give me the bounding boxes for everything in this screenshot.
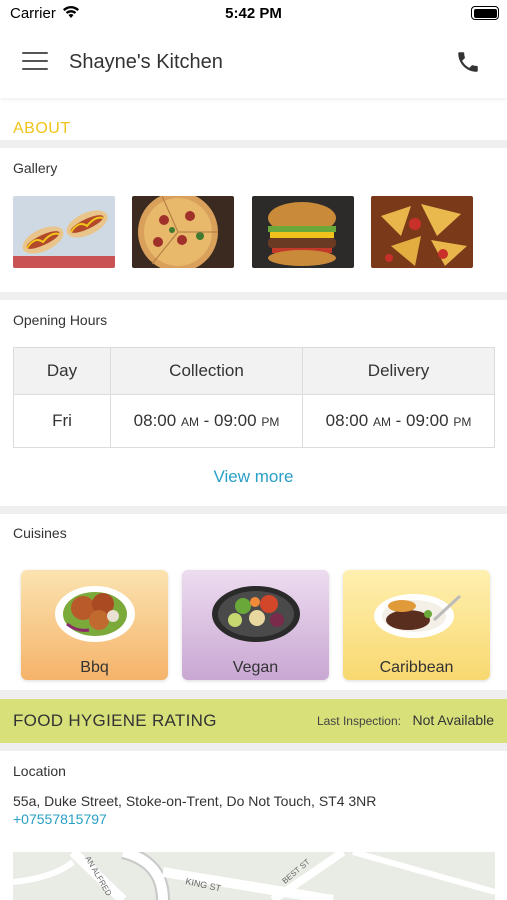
last-inspection-value: Not Available (412, 712, 494, 728)
hamburger-menu-icon[interactable] (22, 52, 48, 72)
day-cell: Fri (13, 394, 111, 448)
about-heading: ABOUT (13, 120, 71, 137)
map-tiles: KING ST BEST ST AN ALFRED (13, 852, 495, 900)
location-label: Location (13, 763, 66, 779)
cuisine-label: Vegan (232, 659, 279, 676)
section-divider (0, 690, 507, 699)
gallery-image-pizza[interactable] (132, 196, 234, 268)
hygiene-title: FOOD HYGIENE RATING (13, 711, 217, 730)
cuisine-card-vegan[interactable]: Vegan (182, 570, 329, 680)
gallery-label: Gallery (13, 160, 58, 176)
last-inspection-label: Last Inspection: (316, 714, 401, 728)
caribbean-dish-icon (373, 594, 461, 638)
column-header-collection: Collection (110, 347, 303, 395)
gallery-image-nachos[interactable] (371, 196, 473, 268)
section-divider (0, 743, 507, 751)
phone-call-icon[interactable] (455, 49, 481, 75)
app-header: Shayne's Kitchen (0, 28, 507, 98)
opening-hours-label: Opening Hours (13, 312, 108, 328)
view-more-link[interactable]: View more (0, 467, 507, 487)
column-header-delivery: Delivery (302, 347, 495, 395)
section-divider (0, 140, 507, 148)
phone-number-link[interactable]: +07557815797 (13, 811, 107, 827)
collection-hours-cell: 08:00 AM - 09:00 PM (110, 394, 303, 448)
food-hygiene-rating-bar: FOOD HYGIENE RATING Last Inspection: Not… (0, 699, 507, 743)
clock: 5:42 PM (225, 5, 282, 22)
delivery-hours-cell: 08:00 AM - 09:00 PM (302, 394, 495, 448)
bbq-dish-icon (54, 586, 135, 642)
vegan-dish-icon (211, 586, 300, 642)
location-map[interactable]: KING ST BEST ST AN ALFRED (13, 852, 495, 900)
cuisine-card-caribbean[interactable]: Caribbean (343, 570, 490, 680)
address-text: 55a, Duke Street, Stoke-on-Trent, Do Not… (13, 793, 377, 809)
table-row: Fri 08:00 AM - 09:00 PM 08:00 AM - 09:00… (13, 394, 495, 448)
cuisines-label: Cuisines (13, 525, 67, 541)
cuisine-label: Bbq (80, 659, 109, 676)
cuisine-card-bbq[interactable]: Bbq (21, 570, 168, 680)
section-divider (0, 506, 507, 514)
battery-icon (471, 6, 499, 20)
status-bar: Carrier 5:42 PM (0, 0, 507, 28)
opening-hours-table: Day Collection Delivery Fri 08:00 AM - 0… (13, 347, 495, 448)
page-title: Shayne's Kitchen (69, 51, 223, 73)
gallery-image-hotdogs[interactable] (13, 196, 115, 268)
cuisine-label: Caribbean (379, 659, 454, 676)
section-divider (0, 292, 507, 300)
column-header-day: Day (13, 347, 111, 395)
gallery-image-burger[interactable] (252, 196, 354, 268)
